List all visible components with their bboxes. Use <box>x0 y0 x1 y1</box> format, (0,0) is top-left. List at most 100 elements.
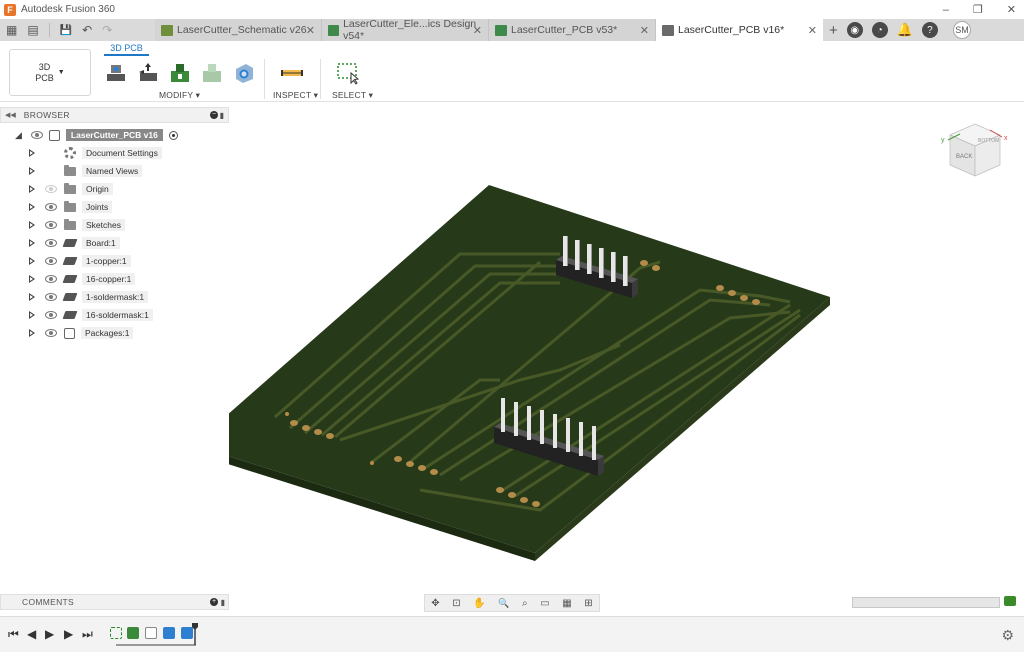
visibility-eye-icon[interactable] <box>45 239 57 247</box>
chat-status-icon[interactable] <box>1004 596 1016 606</box>
go-to-end-icon[interactable]: ⏭ <box>82 627 93 642</box>
inspect-menu[interactable]: INSPECT ▾ <box>273 90 318 101</box>
workspace-switcher[interactable]: 3D PCB ▼ <box>9 49 91 96</box>
new-tab-button[interactable]: + <box>829 22 838 39</box>
timeline-body-feature-icon[interactable] <box>145 627 157 639</box>
play-icon[interactable]: ▶ <box>45 627 54 641</box>
grid-settings-icon[interactable]: ▦ <box>562 598 571 609</box>
timeline-track <box>116 644 196 646</box>
collapse-browser-icon[interactable]: ◀◀ <box>5 111 16 119</box>
orbit-icon[interactable]: ✥ <box>431 598 439 609</box>
add-comment-icon[interactable]: + <box>210 598 218 606</box>
browser-item-16-copper-1[interactable]: 16-copper:1 <box>29 271 136 287</box>
browser-item-named-views[interactable]: Named Views <box>29 163 143 179</box>
help-icon[interactable]: ? <box>921 22 938 38</box>
expand-arrow-icon[interactable] <box>29 257 35 265</box>
expand-arrow-icon[interactable] <box>29 293 35 301</box>
pin-icon[interactable]: ▮ <box>220 111 224 120</box>
display-settings-icon[interactable]: ▭ <box>540 598 549 609</box>
expand-arrow-icon[interactable] <box>29 329 35 337</box>
measure-icon[interactable] <box>280 61 304 85</box>
tab-3d-pcb[interactable]: 3D PCB <box>104 43 149 56</box>
browser-item-origin[interactable]: Origin <box>29 181 113 197</box>
browser-item-board-1[interactable]: Board:1 <box>29 235 120 251</box>
file-menu-icon[interactable]: ▤ <box>27 23 38 37</box>
visibility-eye-icon[interactable] <box>45 257 57 265</box>
browser-root-row[interactable]: ◢ LaserCutter_PCB v16 <box>15 127 178 143</box>
tab-pcb-v53[interactable]: LaserCutter_PCB v53* ✕ <box>489 19 656 41</box>
fit-icon[interactable]: ⌕ <box>522 598 528 609</box>
timeline-settings-icon[interactable]: ⚙ <box>1001 627 1014 644</box>
update-board-icon[interactable] <box>200 61 224 85</box>
visibility-eye-icon[interactable] <box>45 221 57 229</box>
visibility-eye-icon[interactable] <box>30 131 43 139</box>
viewcube[interactable]: BACK BOTTOM y x <box>941 123 1008 177</box>
undo-icon[interactable]: ↶ <box>82 23 92 37</box>
tab-pcb-v16[interactable]: LaserCutter_PCB v16* ✕ <box>656 19 823 41</box>
browser-item-16-soldermask-1[interactable]: 16-soldermask:1 <box>29 307 153 323</box>
step-forward-icon[interactable]: ▶ <box>64 627 73 641</box>
close-tab-icon[interactable]: ✕ <box>808 24 817 37</box>
extensions-icon[interactable]: ◉ <box>846 22 863 38</box>
timeline-marker[interactable] <box>192 623 198 645</box>
export-3d-icon[interactable] <box>232 61 256 85</box>
close-tab-icon[interactable]: ✕ <box>306 24 315 37</box>
notifications-icon[interactable]: 🔔 <box>897 22 913 38</box>
timeline-sketch-feature-icon[interactable] <box>110 627 122 639</box>
browser-item-1-copper-1[interactable]: 1-copper:1 <box>29 253 131 269</box>
zoom-icon[interactable]: 🔍 <box>498 598 509 609</box>
comments-panel[interactable]: COMMENTS + ▮ <box>0 594 229 610</box>
visibility-eye-icon[interactable] <box>45 311 57 319</box>
expand-arrow-icon[interactable] <box>29 167 35 175</box>
expand-arrow-icon[interactable] <box>29 149 35 157</box>
save-icon[interactable]: 💾 <box>60 25 72 36</box>
visibility-eye-icon[interactable] <box>45 185 57 193</box>
minimize-button[interactable]: – <box>943 4 949 16</box>
close-tab-icon[interactable]: ✕ <box>473 24 482 37</box>
redo-icon[interactable]: ↷ <box>102 23 112 37</box>
tab-schematic[interactable]: LaserCutter_Schematic v26 ✕ <box>155 19 322 41</box>
visibility-eye-icon[interactable] <box>45 329 57 337</box>
restore-button[interactable]: ❐ <box>973 3 983 16</box>
data-panel-grid-icon[interactable]: ▦ <box>6 23 17 37</box>
pin-icon[interactable]: ▮ <box>221 598 225 607</box>
modify-menu[interactable]: MODIFY ▾ <box>159 90 200 101</box>
timeline-component-feature-icon[interactable] <box>163 627 175 639</box>
pan-icon[interactable]: ✋ <box>473 598 485 609</box>
viewcube-top-face[interactable]: BOTTOM <box>978 138 999 144</box>
expand-arrow-icon[interactable] <box>29 203 35 211</box>
timeline-board-feature-icon[interactable] <box>127 627 139 639</box>
expand-arrow-icon[interactable] <box>29 239 35 247</box>
viewcube-front-face[interactable]: BACK <box>956 154 972 160</box>
browser-item-sketches[interactable]: Sketches <box>29 217 125 233</box>
tab-electronics-design[interactable]: LaserCutter_Ele...ics Design v54* ✕ <box>322 18 489 42</box>
step-back-icon[interactable]: ◀ <box>27 627 36 641</box>
pull-from-board-icon[interactable] <box>168 61 192 85</box>
expand-arrow-icon[interactable] <box>29 275 35 283</box>
visibility-eye-icon[interactable] <box>45 203 57 211</box>
push-to-board-icon[interactable] <box>104 61 128 85</box>
browser-item-joints[interactable]: Joints <box>29 199 113 215</box>
job-status-icon[interactable]: ◔ <box>871 22 888 38</box>
3d-viewport[interactable]: BACK BOTTOM y x <box>229 103 1024 593</box>
user-avatar[interactable]: SM <box>952 21 971 39</box>
browser-item-1-soldermask-1[interactable]: 1-soldermask:1 <box>29 289 149 305</box>
window-select-icon[interactable] <box>336 61 360 85</box>
minimize-panel-icon[interactable]: − <box>210 111 218 119</box>
expand-root-icon[interactable]: ◢ <box>15 130 22 141</box>
select-menu[interactable]: SELECT ▾ <box>332 90 373 101</box>
close-window-button[interactable]: ✕ <box>1007 3 1016 16</box>
visibility-eye-icon[interactable] <box>45 275 57 283</box>
browser-item-document-settings[interactable]: Document Settings <box>29 145 162 161</box>
viewports-icon[interactable]: ⊞ <box>584 598 592 609</box>
expand-arrow-icon[interactable] <box>29 311 35 319</box>
close-tab-icon[interactable]: ✕ <box>640 24 649 37</box>
visibility-eye-icon[interactable] <box>45 293 57 301</box>
move-component-icon[interactable] <box>136 61 160 85</box>
expand-arrow-icon[interactable] <box>29 221 35 229</box>
browser-item-packages-1[interactable]: Packages:1 <box>29 325 134 341</box>
expand-arrow-icon[interactable] <box>29 185 35 193</box>
look-at-icon[interactable]: ⊡ <box>452 598 460 609</box>
activate-component-radio[interactable] <box>168 130 178 140</box>
go-to-start-icon[interactable]: ⏮ <box>8 627 19 642</box>
